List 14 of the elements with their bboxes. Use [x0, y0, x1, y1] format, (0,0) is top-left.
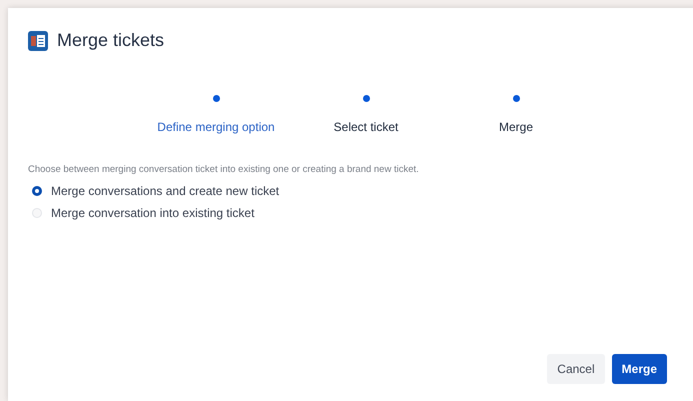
step-label: Merge: [498, 120, 533, 134]
option-label: Merge conversation into existing ticket: [51, 206, 254, 220]
step-label: Select ticket: [334, 120, 398, 134]
option-label: Merge conversations and create new ticket: [51, 184, 280, 198]
cancel-button[interactable]: Cancel: [547, 354, 605, 384]
document-icon: [28, 30, 48, 50]
step-dot: [362, 95, 370, 102]
step-label: Define merging option: [157, 120, 275, 134]
step-dot: [512, 95, 520, 102]
step-dot: [212, 95, 220, 102]
description-text: Choose between merging conversation ticket into existing one or creating a brand new ticket.: [28, 164, 420, 175]
dialog-title: Merge tickets: [57, 30, 164, 51]
merge-button[interactable]: Merge: [612, 354, 667, 384]
radio-button[interactable]: [32, 186, 42, 196]
